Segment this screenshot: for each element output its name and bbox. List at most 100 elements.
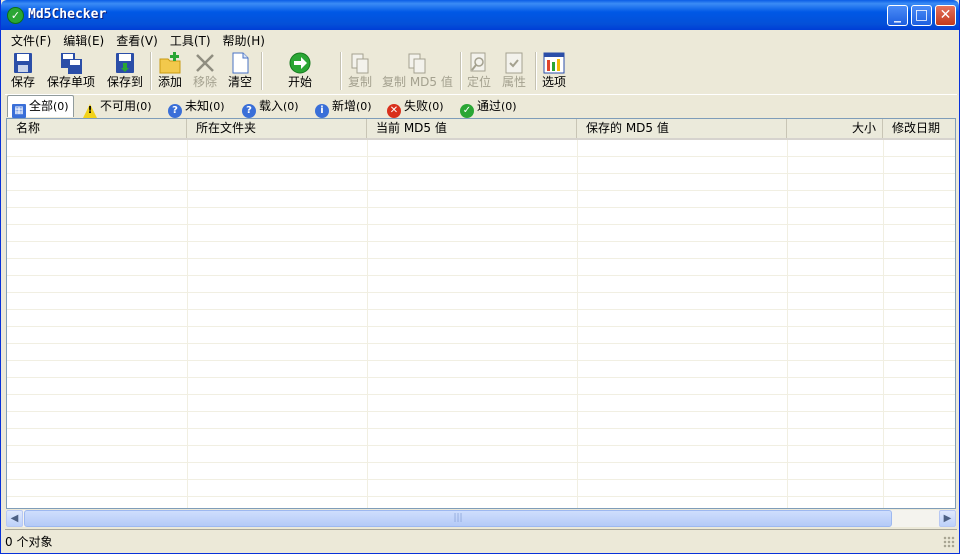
- scroll-right-button[interactable]: ▶: [939, 510, 956, 527]
- toolbar-separator: [261, 52, 263, 90]
- copy-icon: [351, 53, 369, 74]
- list-header: 名称 所在文件夹 当前 MD5 值 保存的 MD5 值 大小 修改日期: [7, 119, 955, 140]
- window-title: Md5Checker: [28, 7, 107, 22]
- tab-count: (0): [501, 100, 517, 113]
- start-label: 开始: [287, 75, 312, 89]
- properties-label: 属性: [501, 75, 526, 89]
- menu-bar: 文件(F) 编辑(E) 查看(V) 工具(T) 帮助(H): [5, 30, 957, 49]
- save-to-label: 保存到: [106, 75, 143, 89]
- options-button[interactable]: 选项: [540, 51, 568, 91]
- remove-x-icon: [196, 54, 214, 72]
- floppy-disk-icon: [14, 53, 32, 73]
- folder-add-icon: [159, 52, 181, 74]
- tab-count: (0): [356, 100, 372, 113]
- remove-label: 移除: [192, 75, 217, 89]
- blank-document-icon: [232, 52, 249, 74]
- save-single-button[interactable]: 保存单项: [45, 51, 97, 91]
- copy-md5-label: 复制 MD5 值: [382, 75, 453, 89]
- start-button[interactable]: 开始: [285, 51, 315, 91]
- main-window: ✓ Md5Checker _ □ ✕ 文件(F) 编辑(E) 查看(V) 工具(T) 帮…: [0, 0, 960, 554]
- tab-unknown[interactable]: ? 未知(0): [168, 96, 225, 118]
- column-header-current-md5[interactable]: 当前 MD5 值: [367, 119, 577, 138]
- tab-passed[interactable]: ✓ 通过(0): [460, 96, 517, 118]
- horizontal-scrollbar[interactable]: ◀ ||| ▶: [6, 510, 956, 527]
- copy-button[interactable]: 复制: [345, 51, 375, 91]
- save-label: 保存: [10, 75, 35, 89]
- locate-button[interactable]: 定位: [465, 51, 493, 91]
- tab-label: 载入: [259, 99, 284, 113]
- column-gridline: [577, 140, 578, 508]
- close-button[interactable]: ✕: [935, 5, 956, 26]
- floppy-disk-arrow-icon: [116, 53, 134, 73]
- toolbar-separator: [535, 52, 537, 90]
- tab-count: (0): [283, 100, 299, 113]
- tab-failed[interactable]: ✕ 失败(0): [387, 96, 444, 118]
- tab-unavailable[interactable]: ! 不可用(0): [83, 96, 152, 118]
- tab-label: 新增: [332, 99, 357, 113]
- tab-count: (0): [209, 100, 225, 113]
- list-rows: [7, 140, 955, 508]
- column-header-size[interactable]: 大小: [787, 119, 883, 138]
- add-label: 添加: [157, 75, 182, 89]
- tab-label: 失败: [404, 99, 429, 113]
- save-to-button[interactable]: 保存到: [105, 51, 145, 91]
- clear-label: 清空: [227, 75, 252, 89]
- scroll-left-button[interactable]: ◀: [6, 510, 23, 527]
- remove-button[interactable]: 移除: [191, 51, 219, 91]
- minimize-icon: _: [894, 7, 901, 23]
- toolbar-separator: [460, 52, 462, 90]
- tab-new[interactable]: i 新增(0): [315, 96, 372, 118]
- tab-loaded[interactable]: ? 载入(0): [242, 96, 299, 118]
- info-icon: i: [315, 104, 329, 118]
- menu-file[interactable]: 文件(F): [5, 30, 57, 49]
- tab-label: 未知: [185, 99, 210, 113]
- column-header-modified-date[interactable]: 修改日期: [883, 119, 955, 138]
- maximize-icon: □: [914, 7, 929, 23]
- toolbar-separator: [150, 52, 152, 90]
- question-icon: ?: [168, 104, 182, 118]
- menu-help[interactable]: 帮助(H): [217, 30, 271, 49]
- locate-label: 定位: [466, 75, 491, 89]
- column-gridline: [187, 140, 188, 508]
- column-header-folder[interactable]: 所在文件夹: [187, 119, 367, 138]
- save-single-label: 保存单项: [46, 75, 95, 89]
- menu-tools[interactable]: 工具(T): [164, 30, 217, 49]
- minimize-button[interactable]: _: [887, 5, 908, 26]
- file-list[interactable]: 名称 所在文件夹 当前 MD5 值 保存的 MD5 值 大小 修改日期: [6, 118, 956, 509]
- clear-button[interactable]: 清空: [226, 51, 254, 91]
- properties-button[interactable]: 属性: [499, 51, 529, 91]
- tab-count: (0): [428, 100, 444, 113]
- error-x-icon: ✕: [387, 104, 401, 118]
- column-gridline: [367, 140, 368, 508]
- tab-label: 不可用: [100, 99, 137, 113]
- scroll-thumb[interactable]: |||: [24, 510, 892, 527]
- add-button[interactable]: 添加: [156, 51, 184, 91]
- tab-count: (0): [136, 100, 152, 113]
- floppy-disk-icon: [61, 53, 82, 74]
- column-header-name[interactable]: 名称: [7, 119, 187, 138]
- options-label: 选项: [541, 75, 566, 89]
- app-check-icon: ✓: [7, 7, 24, 24]
- resize-grip[interactable]: [943, 536, 955, 548]
- save-button[interactable]: 保存: [9, 51, 37, 91]
- copy-md5-button[interactable]: 复制 MD5 值: [382, 51, 453, 91]
- close-icon: ✕: [939, 7, 952, 23]
- tab-count: (0): [53, 100, 69, 113]
- menu-edit[interactable]: 编辑(E): [57, 30, 110, 49]
- copy-label: 复制: [347, 75, 372, 89]
- magnifier-icon: [470, 52, 486, 72]
- copy-icon: [408, 53, 426, 74]
- toolbar-separator: [340, 52, 342, 90]
- check-icon: ✓: [460, 104, 474, 118]
- status-text: 0 个对象: [5, 535, 53, 549]
- column-gridline: [883, 140, 884, 508]
- tab-label: 通过: [477, 99, 502, 113]
- tab-all[interactable]: ▦ 全部(0): [7, 95, 74, 118]
- menu-view[interactable]: 查看(V): [110, 30, 164, 49]
- title-bar[interactable]: ✓ Md5Checker _ □ ✕: [1, 0, 959, 30]
- column-header-saved-md5[interactable]: 保存的 MD5 值: [577, 119, 787, 138]
- warning-icon: !: [83, 104, 97, 118]
- options-bars-icon: [543, 52, 565, 74]
- filter-tabs: ▦ 全部(0) ! 不可用(0) ? 未知(0) ? 载入(0) i 新增(0) ✕ 失败(…: [5, 95, 957, 118]
- maximize-button[interactable]: □: [911, 5, 932, 26]
